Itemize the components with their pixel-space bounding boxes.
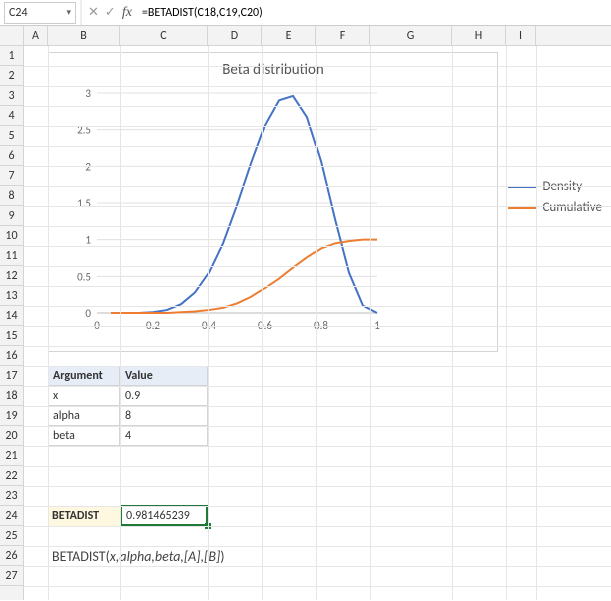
table-header-argument: Argument xyxy=(48,366,120,386)
chart[interactable]: Beta distribution 00.511.522.5300.20.40.… xyxy=(48,52,498,352)
row-header[interactable]: 17 xyxy=(0,366,23,386)
cell-reference: C24 xyxy=(9,6,28,20)
row-header[interactable]: 20 xyxy=(0,426,23,446)
row-header[interactable]: 22 xyxy=(0,466,23,486)
col-header[interactable]: H xyxy=(452,26,506,45)
col-header[interactable]: I xyxy=(506,26,536,45)
col-header[interactable]: D xyxy=(208,26,262,45)
selected-cell[interactable]: 0.981465239 xyxy=(120,505,208,526)
row-header[interactable]: 14 xyxy=(0,306,23,326)
syntax-text: BETADIST(x,alpha,beta,[A],[B] ) xyxy=(48,546,448,566)
col-header[interactable]: C xyxy=(120,26,208,45)
row-header[interactable]: 9 xyxy=(0,206,23,226)
row-header[interactable]: 23 xyxy=(0,486,23,506)
svg-text:3: 3 xyxy=(85,87,91,100)
table-cell[interactable]: alpha xyxy=(48,406,120,426)
formula-bar-icons: ✕ ✓ fx xyxy=(82,5,138,21)
fx-icon[interactable]: fx xyxy=(122,5,132,21)
formula-bar: C24 ▾ ✕ ✓ fx xyxy=(0,0,611,26)
table-cell[interactable]: 0.9 xyxy=(120,386,208,406)
chart-title: Beta distribution xyxy=(49,61,497,79)
table-cell[interactable]: 8 xyxy=(120,406,208,426)
legend-label: Cumulative xyxy=(542,200,602,215)
table-cell[interactable]: beta xyxy=(48,426,120,446)
row-header[interactable]: 21 xyxy=(0,446,23,466)
row-header[interactable]: 26 xyxy=(0,546,23,566)
svg-text:1: 1 xyxy=(85,234,91,247)
row-header[interactable]: 27 xyxy=(0,566,23,586)
row-header[interactable]: 10 xyxy=(0,226,23,246)
row-header[interactable]: 1 xyxy=(0,46,23,66)
row-header[interactable]: 3 xyxy=(0,86,23,106)
row-header[interactable]: 13 xyxy=(0,286,23,306)
chart-legend: Density Cumulative xyxy=(508,173,602,221)
row-header[interactable]: 7 xyxy=(0,166,23,186)
column-headers: ABCDEFGHI xyxy=(24,26,611,46)
spreadsheet: ABCDEFGHI 123456789101112131415161718192… xyxy=(0,26,611,600)
col-header[interactable]: E xyxy=(262,26,316,45)
row-header[interactable]: 2 xyxy=(0,66,23,86)
row-header[interactable]: 8 xyxy=(0,186,23,206)
col-header[interactable]: G xyxy=(370,26,452,45)
row-header[interactable]: 4 xyxy=(0,106,23,126)
grid[interactable]: Beta distribution 00.511.522.5300.20.40.… xyxy=(24,46,611,600)
col-header[interactable]: F xyxy=(316,26,370,45)
formula-input[interactable] xyxy=(138,6,611,20)
svg-text:0.5: 0.5 xyxy=(77,270,91,283)
table-header-value: Value xyxy=(120,366,208,386)
table-cell[interactable]: x xyxy=(48,386,120,406)
row-header[interactable]: 18 xyxy=(0,386,23,406)
row-header[interactable]: 12 xyxy=(0,266,23,286)
row-header[interactable]: 5 xyxy=(0,126,23,146)
row-header[interactable]: 16 xyxy=(0,346,23,366)
col-header[interactable]: B xyxy=(48,26,120,45)
row-header[interactable]: 25 xyxy=(0,526,23,546)
svg-text:1.5: 1.5 xyxy=(77,197,91,210)
chevron-down-icon[interactable]: ▾ xyxy=(66,7,71,18)
select-all-corner[interactable] xyxy=(0,26,24,46)
row-headers: 1234567891011121314151617181920212223242… xyxy=(0,46,24,600)
table-cell[interactable]: 4 xyxy=(120,426,208,446)
name-box[interactable]: C24 ▾ xyxy=(4,2,76,24)
row-header[interactable]: 24 xyxy=(0,506,23,526)
chart-plot: 00.511.522.5300.20.40.60.81 xyxy=(57,83,397,343)
result-label[interactable]: BETADIST xyxy=(48,506,120,526)
row-header[interactable]: 19 xyxy=(0,406,23,426)
legend-item-cumulative: Cumulative xyxy=(508,200,602,215)
row-header[interactable]: 6 xyxy=(0,146,23,166)
cancel-icon[interactable]: ✕ xyxy=(88,5,99,20)
row-header[interactable]: 11 xyxy=(0,246,23,266)
col-header[interactable]: A xyxy=(24,26,48,45)
accept-icon[interactable]: ✓ xyxy=(105,5,116,20)
row-header[interactable]: 15 xyxy=(0,326,23,346)
svg-text:0: 0 xyxy=(85,307,91,320)
